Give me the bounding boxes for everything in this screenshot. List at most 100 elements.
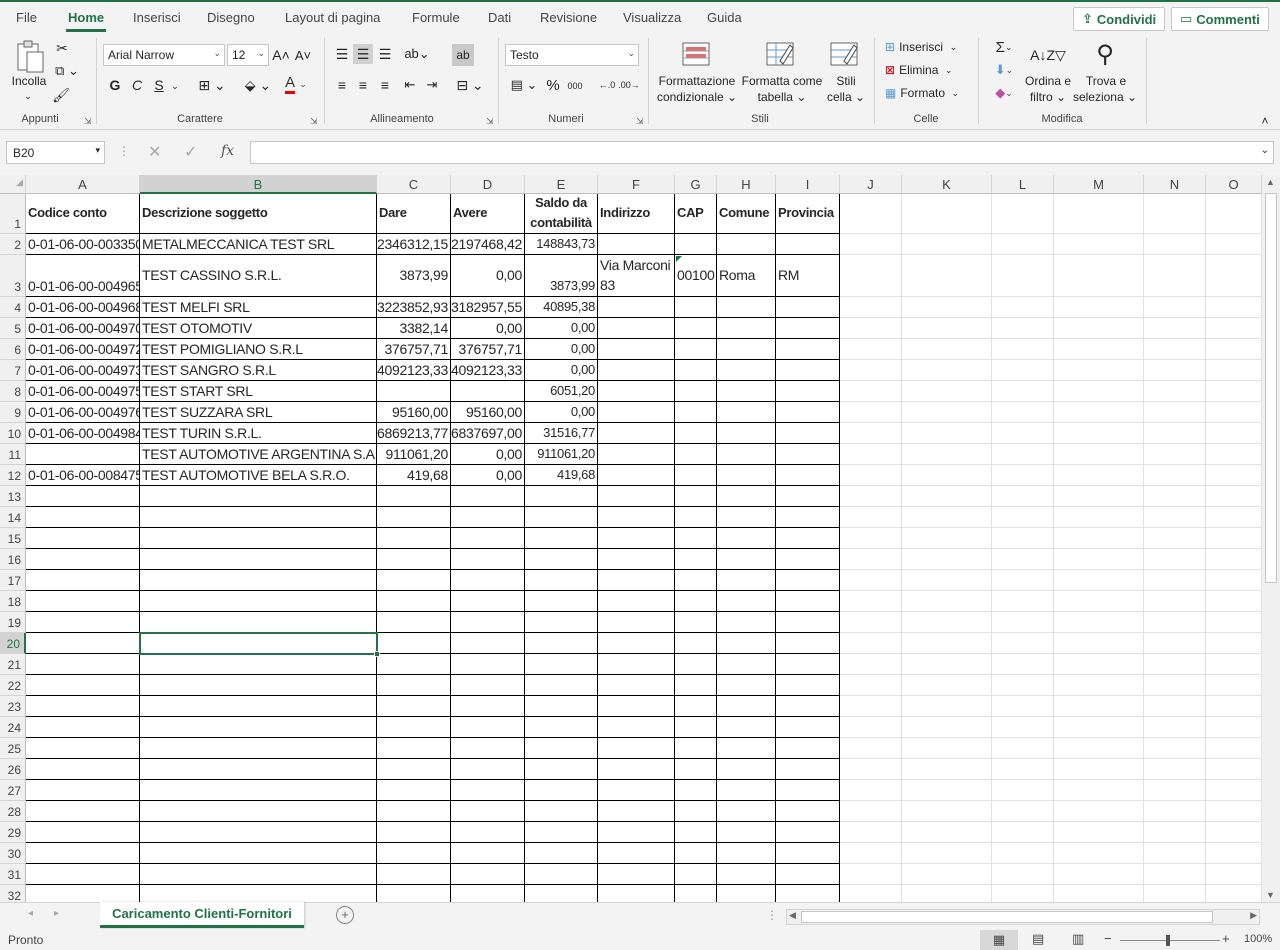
tab-data[interactable]: Dati [488,10,511,25]
empty-cell[interactable] [902,591,992,612]
empty-cell[interactable] [840,234,902,255]
empty-cell[interactable] [902,822,992,843]
cell-codice[interactable]: 0-01-06-00-004972 [26,339,140,360]
column-title-comune[interactable]: Comune [717,194,776,234]
cell-styles-label[interactable]: Stili [826,73,866,89]
table-cell[interactable] [525,486,598,507]
empty-cell[interactable] [1206,675,1262,696]
table-cell[interactable] [377,717,451,738]
empty-cell[interactable] [992,234,1054,255]
cell-provincia[interactable] [776,402,840,423]
empty-cell[interactable] [840,486,902,507]
cell-comune[interactable] [717,402,776,423]
bold-button[interactable]: G [108,76,122,94]
empty-cell[interactable] [1054,822,1144,843]
cell-cap[interactable] [675,234,717,255]
row-header[interactable]: 26 [0,759,26,780]
cell-avere[interactable]: 0,00 [451,255,525,297]
empty-cell[interactable] [902,654,992,675]
conditional-formatting-icon[interactable] [682,40,712,70]
cell-codice[interactable]: 0-01-06-00-004975 [26,381,140,402]
table-cell[interactable] [675,570,717,591]
row-header[interactable]: 3 [0,255,26,297]
table-cell[interactable] [717,780,776,801]
cell-descrizione[interactable]: TEST MELFI SRL [140,297,377,318]
paste-icon[interactable] [14,40,46,74]
cell-saldo[interactable]: 148843,73 [525,234,598,255]
empty-cell[interactable] [902,633,992,654]
cell-dare[interactable]: 911061,20 [377,444,451,465]
table-cell[interactable] [717,570,776,591]
row-header[interactable]: 13 [0,486,26,507]
normal-view-icon[interactable]: ▦ [980,930,1018,950]
find-select-label-2[interactable]: seleziona ⌄ [1072,89,1138,105]
fill-color-icon[interactable]: ⬙ ⌄ [240,76,276,94]
empty-cell[interactable] [1144,780,1206,801]
tab-review[interactable]: Revisione [540,10,597,25]
cell-dare[interactable]: 6869213,77 [377,423,451,444]
empty-cell[interactable] [840,696,902,717]
table-cell[interactable] [140,612,377,633]
empty-cell[interactable] [1054,507,1144,528]
horizontal-scroll-thumb[interactable] [801,911,1213,923]
table-cell[interactable] [717,528,776,549]
row-header[interactable]: 24 [0,717,26,738]
table-cell[interactable] [140,528,377,549]
cell-descrizione[interactable]: TEST START SRL [140,381,377,402]
table-cell[interactable] [717,822,776,843]
format-painter-icon[interactable]: 🖌 [52,86,70,104]
font-color-icon[interactable]: A ⌄ [278,74,314,94]
number-launcher-icon[interactable]: ⇲ [636,116,644,127]
tab-draw[interactable]: Disegno [207,10,255,25]
empty-cell[interactable] [1144,612,1206,633]
column-header-g[interactable]: G [675,175,717,194]
row-header[interactable]: 28 [0,801,26,822]
empty-cell[interactable] [902,194,992,234]
empty-cell[interactable] [1144,402,1206,423]
cell-saldo[interactable]: 3873,99 [525,255,598,297]
empty-cell[interactable] [992,486,1054,507]
table-cell[interactable] [525,570,598,591]
align-left-icon[interactable]: ≡ [332,76,352,94]
table-cell[interactable] [377,507,451,528]
insert-function-button[interactable]: fx [221,143,234,159]
horizontal-scrollbar[interactable]: ◀ ▶ [786,909,1260,925]
table-cell[interactable] [675,549,717,570]
table-cell[interactable] [675,675,717,696]
column-header-c[interactable]: C [377,175,451,194]
column-header-b[interactable]: B [140,175,377,194]
cell-avere[interactable]: 376757,71 [451,339,525,360]
table-cell[interactable] [675,654,717,675]
table-cell[interactable] [675,486,717,507]
zoom-level[interactable]: 100% [1244,933,1272,945]
empty-cell[interactable] [992,528,1054,549]
row-header[interactable]: 4 [0,297,26,318]
cell-codice[interactable]: 0-01-06-00-004968 [26,297,140,318]
cell-comune[interactable] [717,297,776,318]
empty-cell[interactable] [902,486,992,507]
table-cell[interactable] [717,591,776,612]
empty-cell[interactable] [902,780,992,801]
format-as-table-icon[interactable] [766,40,796,70]
empty-cell[interactable] [902,339,992,360]
table-cell[interactable] [598,591,675,612]
borders-icon[interactable]: ⊞ ⌄ [194,76,230,94]
empty-cell[interactable] [1206,759,1262,780]
empty-cell[interactable] [992,717,1054,738]
table-cell[interactable] [776,675,840,696]
table-cell[interactable] [451,675,525,696]
page-break-view-icon[interactable]: ▥ [1072,931,1084,947]
empty-cell[interactable] [1144,486,1206,507]
cell-cap[interactable] [675,297,717,318]
table-cell[interactable] [377,591,451,612]
table-cell[interactable] [525,801,598,822]
table-cell[interactable] [377,759,451,780]
percent-button[interactable]: % [544,76,562,94]
empty-cell[interactable] [840,885,902,902]
empty-cell[interactable] [840,570,902,591]
empty-cell[interactable] [1054,843,1144,864]
empty-cell[interactable] [840,780,902,801]
column-title-avere[interactable]: Avere [451,194,525,234]
row-header[interactable]: 9 [0,402,26,423]
table-cell[interactable] [140,717,377,738]
